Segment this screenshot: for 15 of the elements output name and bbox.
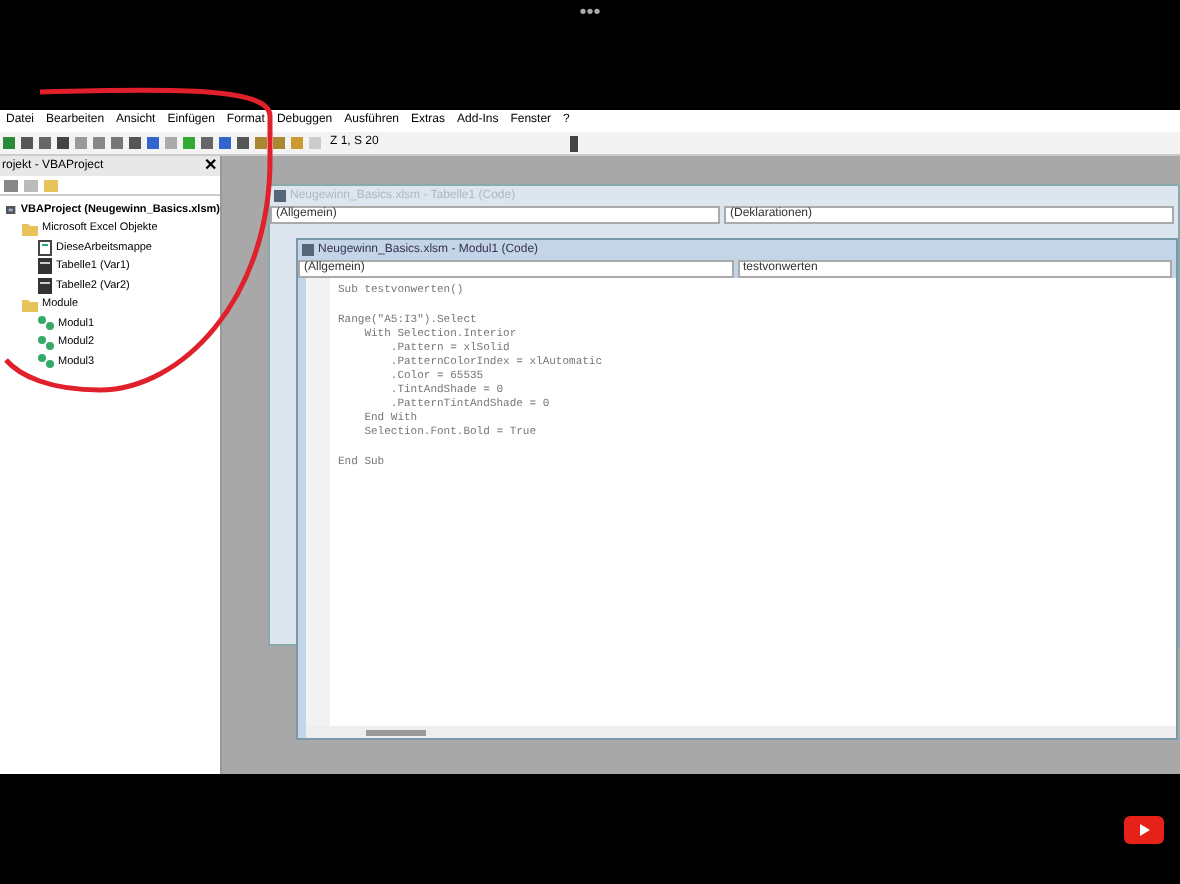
play-logo-icon[interactable]: [1124, 815, 1164, 843]
module-icon: [38, 335, 54, 350]
window-icon: [274, 190, 286, 202]
folder-icon: [22, 297, 38, 312]
folder-icon: [22, 221, 38, 236]
close-button[interactable]: ✕: [204, 158, 218, 174]
workbook-icon: [38, 239, 52, 256]
view-code-icon[interactable]: [4, 179, 18, 191]
module-icon: [38, 354, 54, 369]
view-object-icon[interactable]: [24, 179, 38, 191]
scrollbar-thumb[interactable]: [366, 729, 426, 735]
toolbar-grip: [570, 135, 578, 151]
more-dots[interactable]: •••: [579, 2, 601, 110]
window-icon: [302, 244, 314, 256]
module-icon: [38, 316, 54, 331]
